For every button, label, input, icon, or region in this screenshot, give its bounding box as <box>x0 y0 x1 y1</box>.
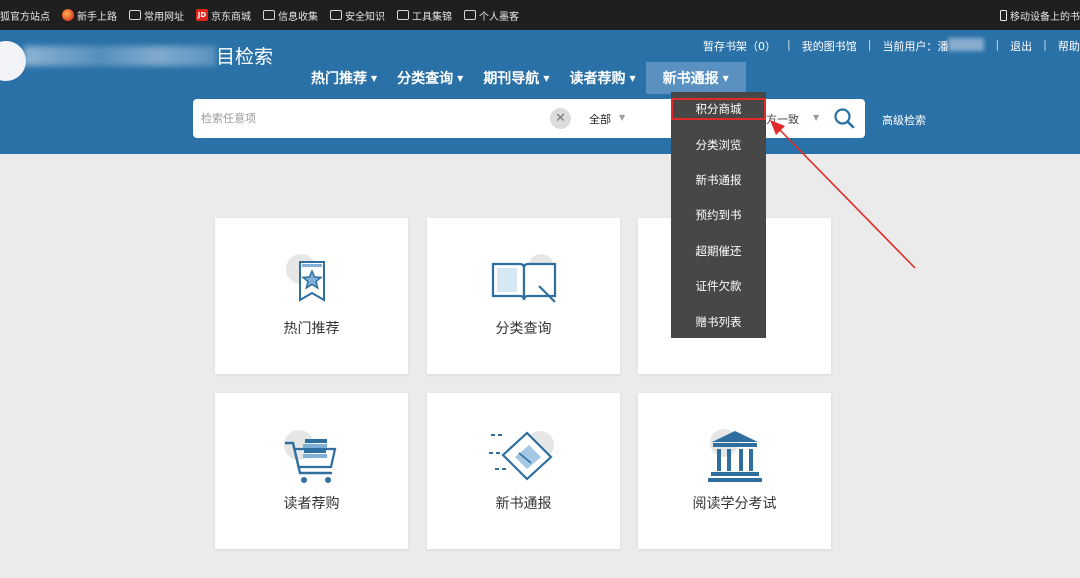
new-books-dropdown-menu: 积分商城 分类浏览 新书通报 预约到书 超期催还 证件欠款 赠书列表 <box>671 92 766 338</box>
folder-icon <box>397 10 409 20</box>
mobile-bookmarks[interactable]: 移动设备上的书 <box>1000 0 1080 30</box>
nav-label: 热门推荐 <box>311 71 367 87</box>
nav-label: 分类查询 <box>397 71 454 87</box>
nav-journal-navigation[interactable]: 期刊导航 ▼ <box>473 62 559 94</box>
menu-item-category-browse[interactable]: 分类浏览 <box>671 134 766 156</box>
main-nav: 热门推荐 ▼ 分类查询 ▼ 期刊导航 ▼ 读者荐购 ▼ 新书通报 ▼ <box>301 62 746 94</box>
bookmark-getting-started[interactable]: 新手上路 <box>62 8 117 23</box>
nav-label: 新书通报 <box>662 71 719 87</box>
bookmarks-bar: 狐官方站点 新手上路 常用网址 JD 京东商城 信息收集 安全知识 工具集锦 个… <box>0 0 1080 30</box>
card-label: 分类查询 <box>495 321 552 337</box>
divider: | <box>1043 38 1047 51</box>
folder-icon <box>263 10 275 20</box>
bookmark-label: 新手上路 <box>77 11 117 23</box>
site-title: 目检索 <box>24 42 273 69</box>
menu-item-donated-books[interactable]: 赠书列表 <box>671 311 766 333</box>
my-library-link[interactable]: 我的图书馆 <box>802 38 857 54</box>
bookmark-label: 狐官方站点 <box>0 11 50 23</box>
nav-reader-recommend[interactable]: 读者荐购 ▼ <box>559 62 645 94</box>
temp-shelf-link[interactable]: 暂存书架（0） <box>703 38 776 54</box>
card-category-query[interactable]: 分类查询 <box>427 218 620 374</box>
caret-down-icon: ▼ <box>629 73 636 83</box>
badge-star-icon <box>285 254 325 302</box>
bookmark-label: 工具集锦 <box>412 11 452 23</box>
clear-search-button[interactable]: ✕ <box>550 108 571 129</box>
caret-down-icon: ▼ <box>619 113 626 122</box>
firefox-icon <box>62 9 74 21</box>
nav-label: 期刊导航 <box>483 71 540 87</box>
nav-label: 读者荐购 <box>569 71 626 87</box>
blurred-title-text <box>24 45 216 66</box>
bookmark-label: 常用网址 <box>144 11 184 23</box>
bookmark-tools[interactable]: 工具集锦 <box>397 8 452 23</box>
bookmark-label: 个人墨客 <box>479 11 519 23</box>
card-label: 新书通报 <box>495 496 552 512</box>
flying-book-icon <box>488 431 554 481</box>
title-suffix: 目检索 <box>216 46 274 68</box>
divider: | <box>787 38 791 51</box>
folder-icon <box>129 10 141 20</box>
header: 目检索 暂存书架（0） | 我的图书馆 | 当前用户： 潘 | 退出 | 帮助文… <box>0 30 1080 154</box>
card-new-books[interactable]: 新书通报 <box>427 393 620 549</box>
advanced-search-link[interactable]: 高级检索 <box>882 112 926 128</box>
library-logo <box>0 41 26 81</box>
folder-icon <box>464 10 476 20</box>
top-links: 暂存书架（0） | 我的图书馆 | 当前用户： 潘 | 退出 | 帮助文档 <box>703 38 1080 54</box>
bookmark-security[interactable]: 安全知识 <box>330 8 385 23</box>
bookmark-common-sites[interactable]: 常用网址 <box>129 8 184 23</box>
caret-down-icon: ▼ <box>371 73 378 83</box>
caret-down-icon: ▼ <box>457 73 464 83</box>
card-label: 阅读学分考试 <box>692 496 777 512</box>
bookmark-info-collection[interactable]: 信息收集 <box>263 8 318 23</box>
search-icon[interactable] <box>833 107 855 129</box>
menu-item-reservation-arrival[interactable]: 预约到书 <box>671 204 766 226</box>
bookmark-label: 安全知识 <box>345 11 385 23</box>
menu-item-card-arrears[interactable]: 证件欠款 <box>671 275 766 297</box>
library-building-icon <box>707 429 762 482</box>
caret-down-icon: ▼ <box>813 113 820 122</box>
search-scope-select[interactable]: 全部 <box>589 111 611 127</box>
jd-icon: JD <box>196 9 208 21</box>
bookmark-label: 京东商城 <box>211 11 251 23</box>
phone-icon <box>1000 9 1007 21</box>
divider: | <box>867 38 872 51</box>
folder-icon <box>330 10 342 20</box>
open-book-icon <box>491 254 556 303</box>
menu-item-overdue-reminder[interactable]: 超期催还 <box>671 240 766 262</box>
caret-down-icon: ▼ <box>722 73 729 83</box>
divider: | <box>995 38 1000 51</box>
logout-link[interactable]: 退出 <box>1010 38 1032 54</box>
menu-item-new-books-notice[interactable]: 新书通报 <box>671 169 766 191</box>
search-input[interactable]: 检索任意项 <box>201 110 256 126</box>
card-label: 热门推荐 <box>283 321 340 337</box>
bookmark-official-site[interactable]: 狐官方站点 <box>0 8 50 23</box>
help-link[interactable]: 帮助文档 <box>1058 38 1080 54</box>
menu-item-points-mall[interactable]: 积分商城 <box>671 98 766 120</box>
card-reader-recommend[interactable]: 读者荐购 <box>215 393 408 549</box>
card-reading-credit-exam[interactable]: 阅读学分考试 <box>638 393 831 549</box>
blurred-user-name <box>948 38 985 51</box>
user-name-initial: 潘 <box>937 40 949 53</box>
card-hot-recommend[interactable]: 热门推荐 <box>215 218 408 374</box>
nav-category-query[interactable]: 分类查询 ▼ <box>387 62 473 94</box>
bookmark-jd[interactable]: JD 京东商城 <box>196 8 251 23</box>
mobile-bookmarks-label: 移动设备上的书 <box>1010 11 1080 23</box>
nav-hot-recommend[interactable]: 热门推荐 ▼ <box>301 62 387 94</box>
shopping-cart-books-icon <box>283 430 336 483</box>
current-user-label: 当前用户： <box>882 40 938 53</box>
bookmark-personal[interactable]: 个人墨客 <box>464 8 519 23</box>
bookmark-label: 信息收集 <box>278 11 318 23</box>
nav-new-books[interactable]: 新书通报 ▼ <box>645 62 746 94</box>
caret-down-icon: ▼ <box>543 73 550 83</box>
card-label: 读者荐购 <box>283 496 340 512</box>
